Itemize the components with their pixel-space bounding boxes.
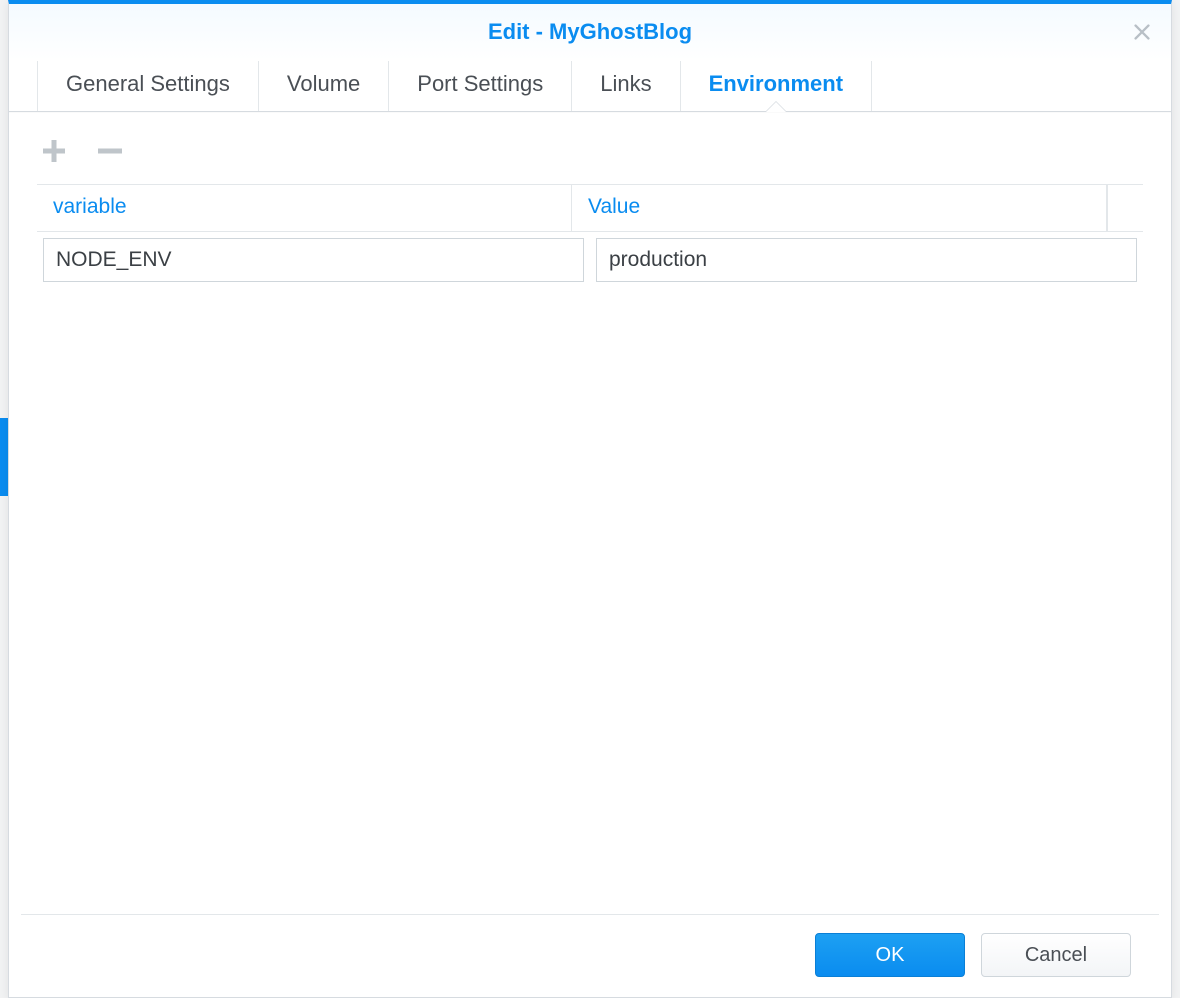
env-grid: variable Value (9, 184, 1171, 290)
tab-volume[interactable]: Volume (258, 61, 388, 111)
backdrop-accent (0, 418, 8, 496)
minus-icon (95, 136, 125, 166)
close-button[interactable] (1131, 21, 1153, 43)
grid-row[interactable] (37, 232, 1143, 290)
ok-button[interactable]: OK (815, 933, 965, 977)
dialog-footer: OK Cancel (21, 914, 1159, 997)
tab-environment[interactable]: Environment (680, 61, 872, 111)
dialog-body-fill (9, 290, 1171, 914)
dialog-title: Edit - MyGhostBlog (488, 19, 692, 45)
tab-links[interactable]: Links (571, 61, 679, 111)
cancel-button[interactable]: Cancel (981, 933, 1131, 977)
tab-general-settings[interactable]: General Settings (37, 61, 258, 111)
edit-container-dialog: Edit - MyGhostBlog General Settings Volu… (8, 0, 1172, 998)
env-toolbar (9, 112, 1171, 184)
value-input[interactable] (596, 238, 1137, 282)
column-header-variable[interactable]: variable (37, 185, 572, 231)
dialog-header: Edit - MyGhostBlog (9, 4, 1171, 60)
add-row-button[interactable] (39, 136, 69, 166)
variable-input[interactable] (43, 238, 584, 282)
plus-icon (39, 136, 69, 166)
remove-row-button[interactable] (95, 136, 125, 166)
close-icon (1131, 21, 1153, 43)
grid-header: variable Value (37, 185, 1143, 232)
tab-bar: General Settings Volume Port Settings Li… (9, 60, 1171, 112)
column-header-value[interactable]: Value (572, 185, 1107, 231)
tab-port-settings[interactable]: Port Settings (388, 61, 571, 111)
column-handle[interactable] (1107, 185, 1143, 231)
